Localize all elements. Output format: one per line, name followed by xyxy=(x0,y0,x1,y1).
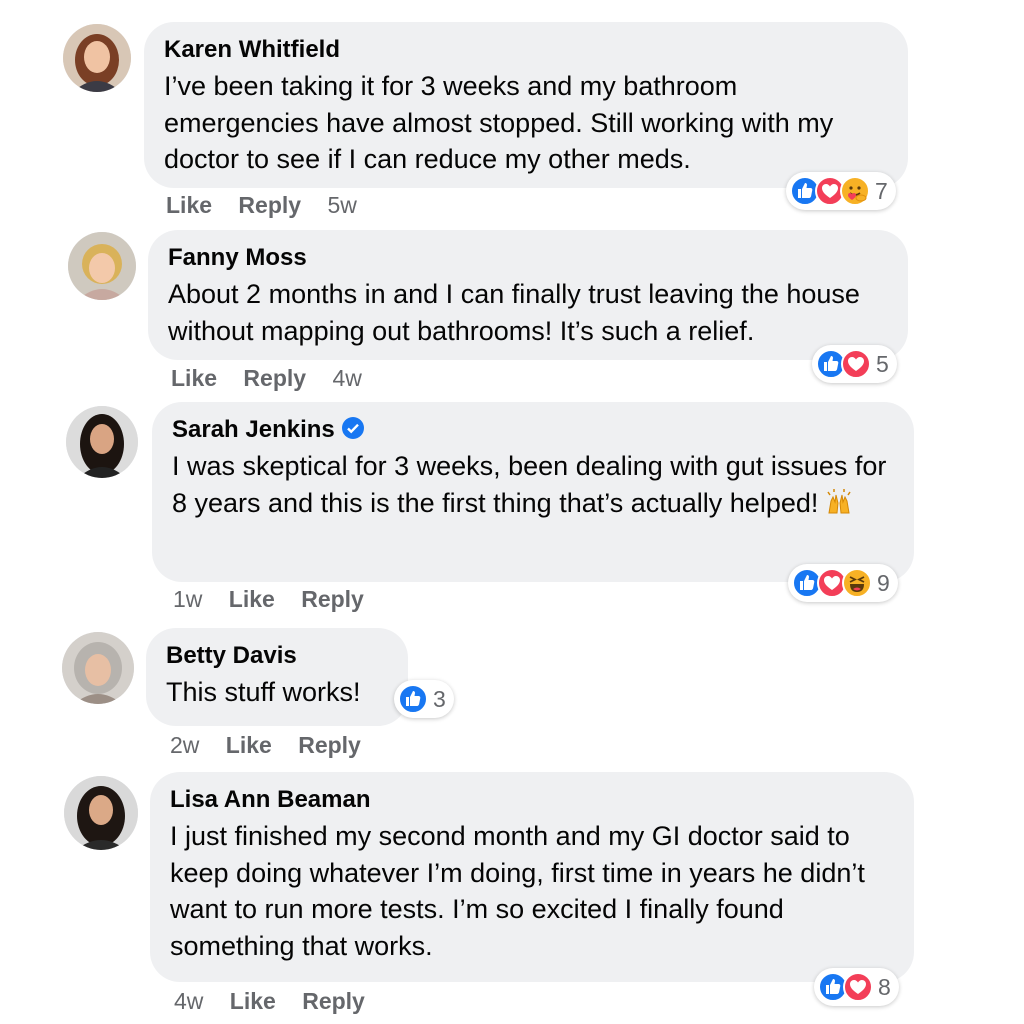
haha-icon xyxy=(842,568,872,598)
comment-author: Sarah Jenkins xyxy=(172,416,890,444)
comment-text: I’ve been taking it for 3 weeks and my b… xyxy=(164,71,834,174)
reaction-summary[interactable]: 9 xyxy=(788,564,898,602)
verified-badge-icon xyxy=(341,417,364,439)
comment-actions: 2w Like Reply xyxy=(170,732,381,759)
like-button[interactable]: Like xyxy=(166,192,212,218)
reaction-summary[interactable]: 3 xyxy=(394,680,454,718)
comment-actions: 4w Like Reply xyxy=(174,988,385,1015)
avatar[interactable] xyxy=(68,232,136,300)
timestamp[interactable]: 4w xyxy=(332,365,361,391)
timestamp[interactable]: 2w xyxy=(170,732,199,758)
comment-author[interactable]: Fanny Moss xyxy=(168,244,884,272)
comment-text: This stuff works! xyxy=(166,677,361,707)
timestamp[interactable]: 1w xyxy=(173,586,202,612)
avatar[interactable] xyxy=(62,632,134,704)
reaction-summary[interactable]: 7 xyxy=(786,172,896,210)
reaction-count: 3 xyxy=(433,685,446,712)
comment-text: About 2 months in and I can finally trus… xyxy=(168,279,860,346)
reply-button[interactable]: Reply xyxy=(301,586,364,612)
comment-actions: 1w Like Reply xyxy=(173,586,384,613)
like-button[interactable]: Like xyxy=(229,586,275,612)
avatar[interactable] xyxy=(66,406,138,478)
like-icon xyxy=(398,684,428,714)
raised-hands-emoji-icon xyxy=(827,488,851,513)
comment-text: I just finished my second month and my G… xyxy=(170,821,865,961)
comment-actions: Like Reply 5w xyxy=(166,192,377,219)
author-name[interactable]: Sarah Jenkins xyxy=(172,416,335,443)
reaction-count: 7 xyxy=(875,177,888,204)
reaction-summary[interactable]: 8 xyxy=(814,968,899,1006)
care-icon xyxy=(840,176,870,206)
comment-actions: Like Reply 4w xyxy=(171,365,382,392)
comment-author[interactable]: Betty Davis xyxy=(166,642,384,670)
comment-bubble: Karen Whitfield I’ve been taking it for … xyxy=(144,22,908,188)
comment-text: I was skeptical for 3 weeks, been dealin… xyxy=(172,448,890,521)
reply-button[interactable]: Reply xyxy=(302,988,365,1014)
reaction-count: 9 xyxy=(877,569,890,596)
like-button[interactable]: Like xyxy=(226,732,272,758)
comment-bubble: Fanny Moss About 2 months in and I can f… xyxy=(148,230,908,360)
comment-bubble: Betty Davis This stuff works! xyxy=(146,628,408,726)
reaction-summary[interactable]: 5 xyxy=(812,345,897,383)
comment-author[interactable]: Lisa Ann Beaman xyxy=(170,786,890,814)
comment-author[interactable]: Karen Whitfield xyxy=(164,36,884,64)
timestamp[interactable]: 4w xyxy=(174,988,203,1014)
comment-bubble: Sarah Jenkins I was skeptical for 3 week… xyxy=(152,402,914,582)
reply-button[interactable]: Reply xyxy=(243,365,306,391)
reply-button[interactable]: Reply xyxy=(238,192,301,218)
timestamp[interactable]: 5w xyxy=(327,192,356,218)
love-icon xyxy=(843,972,873,1002)
like-button[interactable]: Like xyxy=(230,988,276,1014)
love-icon xyxy=(841,349,871,379)
reaction-count: 8 xyxy=(878,973,891,1000)
like-button[interactable]: Like xyxy=(171,365,217,391)
avatar[interactable] xyxy=(63,24,131,92)
avatar[interactable] xyxy=(64,776,138,850)
comment-text-content: I was skeptical for 3 weeks, been dealin… xyxy=(172,451,887,518)
reply-button[interactable]: Reply xyxy=(298,732,361,758)
comment-bubble: Lisa Ann Beaman I just finished my secon… xyxy=(150,772,914,982)
reaction-count: 5 xyxy=(876,350,889,377)
